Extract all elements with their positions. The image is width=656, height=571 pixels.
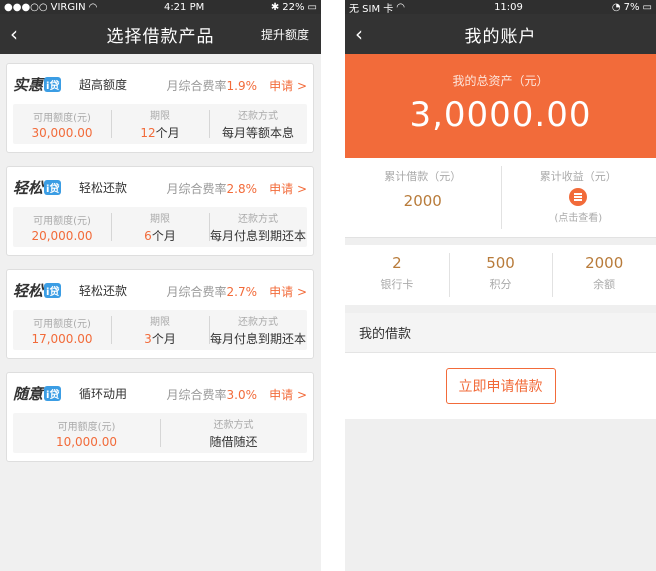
i-loan-badge: i贷: [44, 282, 62, 298]
carrier-label: 无 SIM 卡: [349, 3, 394, 15]
battery-percent: 7%: [623, 1, 640, 13]
wifi-icon: ◠: [396, 1, 406, 13]
view-hint: (点击查看): [554, 213, 603, 224]
points-stat[interactable]: 500 积分: [448, 245, 553, 305]
lock-rotation-icon: ◔: [611, 1, 621, 13]
page-title: 我的账户: [464, 26, 537, 47]
product-name: 轻松还款: [79, 283, 128, 298]
battery-icon: ▭: [307, 1, 317, 13]
status-right: ◔ 7% ▭: [612, 2, 652, 13]
available-amount: 20,000.00: [31, 228, 93, 243]
i-loan-badge: i贷: [44, 179, 62, 195]
apply-link[interactable]: 申请 >: [269, 386, 307, 403]
page-title: 选择借款产品: [106, 26, 215, 47]
product-logo: 随意 i贷: [13, 384, 62, 403]
term-value: 6个月: [144, 229, 176, 243]
signal-icon: ●●●○○: [4, 1, 48, 13]
account-stats: 2 银行卡 500 积分 2000 余额: [345, 245, 656, 305]
status-left: 无 SIM 卡 ◠: [349, 0, 405, 15]
product-card[interactable]: 随意 i贷 循环动用 月综合费率3.0% 申请 > 可用额度(元) 10,000.0…: [6, 372, 314, 462]
apply-loan-button[interactable]: 立即申请借款: [445, 368, 556, 404]
product-name: 超高额度: [79, 77, 128, 92]
my-loans-section-title: 我的借款: [345, 313, 656, 353]
repay-method: 随借随还: [209, 435, 258, 449]
amount-col: 可用额度(元) 20,000.00: [31, 215, 93, 243]
total-assets-panel: 我的总资产（元） 3,0000.00: [345, 54, 656, 158]
product-card[interactable]: 轻松 i贷 轻松还款 月综合费率2.7% 申请 > 可用额度(元) 17,000.0…: [6, 269, 314, 359]
product-logo: 轻松 i贷: [13, 281, 62, 300]
method-col: 还款方式 随借随还: [160, 413, 307, 453]
cumulative-borrow: 累计借款（元） 2000: [345, 158, 501, 237]
repay-method: 每月付息到期还本: [209, 229, 306, 243]
apply-link[interactable]: 申请 >: [269, 77, 307, 94]
product-card-header: 轻松 i贷 轻松还款 月综合费率2.8% 申请 >: [7, 167, 313, 207]
list-icon[interactable]: [569, 188, 588, 206]
product-name: 轻松还款: [79, 180, 128, 195]
nav-bar: ‹ 选择借款产品 提升额度: [0, 14, 321, 54]
cumulative-borrow-value: 2000: [403, 192, 442, 210]
status-time: 11:09: [494, 1, 523, 13]
bluetooth-icon: ✱: [270, 1, 280, 13]
term-col: 期限 3个月: [111, 310, 209, 350]
available-amount: 17,000.00: [31, 331, 93, 346]
total-assets-label: 我的总资产（元）: [452, 74, 549, 88]
summary-row: 累计借款（元） 2000 累计收益（元） (点击查看): [345, 158, 656, 238]
status-left: ●●●○○ VIRGIN ◠: [4, 2, 97, 13]
term-value: 12个月: [140, 126, 180, 140]
amount-col: 可用额度(元) 17,000.00: [31, 318, 93, 346]
back-icon[interactable]: ‹: [355, 22, 375, 46]
apply-link[interactable]: 申请 >: [269, 283, 307, 300]
product-info: 可用额度(元) 30,000.00 期限 12个月 还款方式 每月等额本息: [13, 104, 307, 144]
bank-card-stat[interactable]: 2 银行卡: [345, 245, 449, 305]
apply-link[interactable]: 申请 >: [269, 180, 307, 197]
repay-method: 每月等额本息: [221, 126, 294, 140]
term-value: 3个月: [144, 332, 176, 346]
available-amount: 30,000.00: [31, 125, 93, 140]
amount-col: 可用额度(元) 30,000.00: [31, 112, 93, 140]
available-amount: 10,000.00: [55, 434, 118, 449]
cumulative-income[interactable]: 累计收益（元） (点击查看): [500, 158, 656, 237]
term-col: 期限 6个月: [111, 207, 209, 247]
product-logo: 实惠 i贷: [13, 75, 62, 94]
product-card-header: 随意 i贷 循环动用 月综合费率3.0% 申请 >: [7, 373, 313, 413]
carrier-label: VIRGIN: [50, 1, 86, 13]
product-info: 可用额度(元) 10,000.00 还款方式 随借随还: [13, 413, 307, 453]
repay-method: 每月付息到期还本: [209, 332, 306, 346]
i-loan-badge: i贷: [44, 76, 62, 92]
battery-percent: 22%: [282, 1, 305, 13]
right-screen: 无 SIM 卡 ◠ 11:09 ◔ 7% ▭ ‹ 我的账户 我的总资产（元） 3…: [345, 0, 656, 571]
product-logo: 轻松 i贷: [13, 178, 62, 197]
total-assets-amount: 3,0000.00: [409, 95, 592, 135]
back-icon[interactable]: ‹: [10, 22, 30, 46]
battery-icon: ▭: [642, 1, 652, 13]
nav-bar: ‹ 我的账户: [345, 14, 656, 54]
status-bar: 无 SIM 卡 ◠ 11:09 ◔ 7% ▭: [345, 0, 656, 15]
product-rate: 月综合费率3.0%: [166, 388, 257, 402]
product-name: 循环动用: [79, 386, 128, 401]
product-info: 可用额度(元) 17,000.00 期限 3个月 还款方式 每月付息到期还本: [13, 310, 307, 350]
amount-col: 可用额度(元) 10,000.00: [55, 421, 118, 449]
apply-area: 立即申请借款: [345, 353, 656, 419]
method-col: 还款方式 每月付息到期还本: [209, 310, 307, 350]
method-col: 还款方式 每月等额本息: [209, 104, 307, 144]
left-screen: ●●●○○ VIRGIN ◠ 4:21 PM ✱ 22% ▭ ‹ 选择借款产品 …: [0, 0, 321, 571]
status-right: ✱ 22% ▭: [271, 2, 317, 13]
term-col: 期限 12个月: [111, 104, 209, 144]
product-card-header: 轻松 i贷 轻松还款 月综合费率2.7% 申请 >: [7, 270, 313, 310]
i-loan-badge: i贷: [44, 385, 62, 401]
status-bar: ●●●○○ VIRGIN ◠ 4:21 PM ✱ 22% ▭: [0, 0, 321, 14]
product-card[interactable]: 实惠 i贷 超高额度 月综合费率1.9% 申请 > 可用额度(元) 30,000.0…: [6, 63, 314, 153]
balance-stat[interactable]: 2000 余额: [552, 245, 656, 305]
product-card[interactable]: 轻松 i贷 轻松还款 月综合费率2.8% 申请 > 可用额度(元) 20,000.0…: [6, 166, 314, 256]
product-info: 可用额度(元) 20,000.00 期限 6个月 还款方式 每月付息到期还本: [13, 207, 307, 247]
method-col: 还款方式 每月付息到期还本: [209, 207, 307, 247]
product-card-header: 实惠 i贷 超高额度 月综合费率1.9% 申请 >: [7, 64, 313, 104]
product-rate: 月综合费率1.9%: [166, 79, 257, 93]
wifi-icon: ◠: [88, 1, 98, 13]
raise-limit-button[interactable]: 提升额度: [261, 26, 309, 43]
product-rate: 月综合费率2.7%: [166, 285, 257, 299]
status-time: 4:21 PM: [163, 1, 205, 13]
screen-divider: [321, 0, 345, 571]
product-rate: 月综合费率2.8%: [166, 182, 257, 196]
